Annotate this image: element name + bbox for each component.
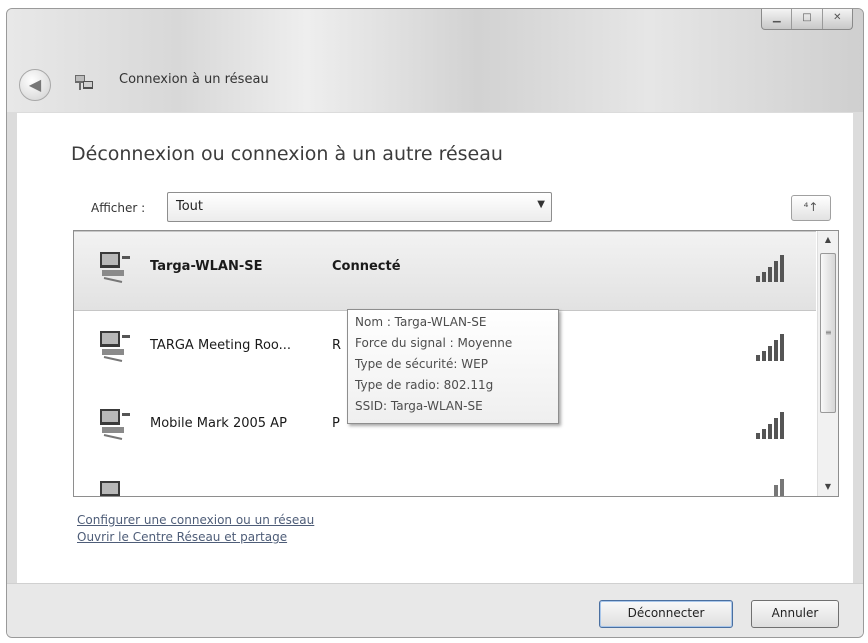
tooltip-signal: Force du signal : Moyenne (355, 336, 513, 350)
network-row-partial[interactable] (74, 469, 816, 496)
title-bar: ▁ □ ✕ ◀ Connexion à un réseau (7, 9, 863, 112)
window-title: Connexion à un réseau (119, 72, 269, 87)
network-row-targa-wlan-se[interactable]: Targa-WLAN-SE Connecté (74, 231, 816, 311)
computer-network-icon (100, 481, 120, 496)
network-name: TARGA Meeting Roo... (150, 338, 292, 353)
signal-strength-icon (756, 412, 784, 439)
scrollbar-thumb[interactable]: ≡ (820, 253, 836, 413)
network-icon (75, 75, 93, 90)
network-status: R (332, 338, 342, 353)
content-area: Déconnexion ou connexion à un autre rése… (17, 113, 853, 583)
disconnect-button[interactable]: Déconnecter (599, 600, 733, 628)
filter-value: Tout (176, 199, 204, 214)
dialog-window: ▁ □ ✕ ◀ Connexion à un réseau Déconnexio… (6, 8, 864, 638)
signal-strength-icon (756, 255, 784, 282)
cancel-button[interactable]: Annuler (751, 600, 839, 628)
setup-connection-link[interactable]: Configurer une connexion ou un réseau (77, 513, 314, 527)
filter-label: Afficher : (91, 201, 146, 215)
network-status: P (332, 416, 340, 431)
computer-network-icon (100, 409, 130, 440)
chevron-down-icon: ▼ (537, 199, 545, 210)
close-button[interactable]: ✕ (821, 9, 852, 29)
tooltip-security: Type de sécurité: WEP (355, 357, 488, 371)
computer-network-icon (100, 331, 130, 362)
scroll-up-icon[interactable]: ▲ (818, 231, 838, 249)
button-bar: Déconnecter Annuler (7, 583, 863, 637)
network-center-link[interactable]: Ouvrir le Centre Réseau et partage (77, 530, 314, 544)
network-status: Connecté (332, 259, 401, 274)
scroll-down-icon[interactable]: ▼ (818, 478, 838, 496)
page-heading: Déconnexion ou connexion à un autre rése… (71, 143, 503, 165)
window-controls: ▁ □ ✕ (761, 9, 853, 30)
back-button[interactable]: ◀ (19, 69, 51, 101)
filter-dropdown[interactable]: Tout ▼ (167, 192, 552, 222)
signal-strength-icon (756, 334, 784, 361)
network-name: Targa-WLAN-SE (150, 259, 263, 274)
maximize-button[interactable]: □ (791, 9, 821, 29)
tooltip-radio: Type de radio: 802.11g (355, 378, 494, 392)
links-section: Configurer une connexion ou un réseau Ou… (77, 513, 314, 547)
tooltip-ssid: SSID: Targa-WLAN-SE (355, 399, 483, 413)
network-name: Mobile Mark 2005 AP (150, 416, 287, 431)
signal-strength-icon (774, 479, 784, 496)
list-scrollbar[interactable]: ▲ ≡ ▼ (817, 231, 838, 496)
tooltip-name: Nom : Targa-WLAN-SE (355, 315, 487, 329)
minimize-button[interactable]: ▁ (762, 9, 791, 29)
refresh-button[interactable]: ⁴↑ (791, 195, 831, 221)
computer-network-icon (100, 252, 130, 283)
network-tooltip: Nom : Targa-WLAN-SE Force du signal : Mo… (347, 309, 559, 424)
